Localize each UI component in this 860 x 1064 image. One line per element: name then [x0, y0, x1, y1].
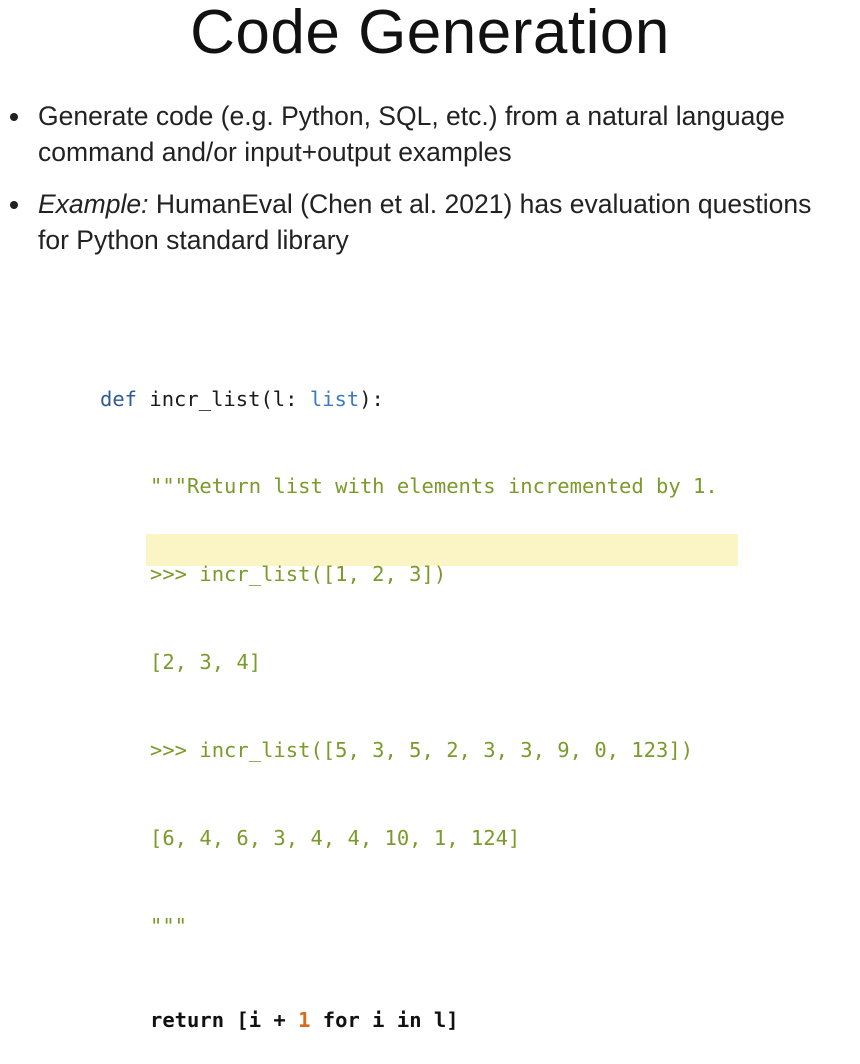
docstring-line: [2, 3, 4]	[150, 650, 262, 675]
return-text: return [i +	[150, 1007, 299, 1032]
param-type: list	[309, 386, 360, 411]
def-keyword: def	[100, 386, 138, 411]
docstring-line: """	[150, 913, 188, 938]
docstring-line: [6, 4, 6, 3, 4, 4, 10, 1, 124]	[150, 826, 521, 851]
docstring-line: """Return list with elements incremented…	[150, 474, 718, 499]
bullet-item: Example: HumanEval (Chen et al. 2021) ha…	[10, 186, 840, 258]
bullet-dot-icon	[10, 113, 18, 121]
return-line: return [i + 1 for i in l]	[100, 1006, 718, 1035]
signature-end: ):	[359, 386, 384, 411]
bullet-text: Generate code (e.g. Python, SQL, etc.) f…	[38, 101, 785, 167]
bullet-dot-icon	[10, 201, 18, 209]
bullet-text: HumanEval (Chen et al. 2021) has evaluat…	[38, 189, 812, 255]
docstring-line: >>> incr_list([5, 3, 5, 2, 3, 3, 9, 0, 1…	[150, 738, 694, 763]
slide-title: Code Generation	[190, 0, 670, 67]
function-name: incr_list	[149, 386, 261, 411]
return-text-end: for i in l]	[310, 1007, 459, 1032]
return-number: 1	[298, 1007, 311, 1032]
bullet-list: Generate code (e.g. Python, SQL, etc.) f…	[10, 98, 840, 258]
bullet-item: Generate code (e.g. Python, SQL, etc.) f…	[10, 98, 840, 170]
code-line-signature: def incr_list(l: list):	[100, 385, 718, 414]
code-block: def incr_list(l: list): """Return list w…	[100, 326, 718, 1064]
docstring-line: >>> incr_list([1, 2, 3])	[150, 562, 447, 587]
param-list: (l:	[260, 386, 310, 411]
bullet-lead: Example:	[38, 189, 149, 219]
